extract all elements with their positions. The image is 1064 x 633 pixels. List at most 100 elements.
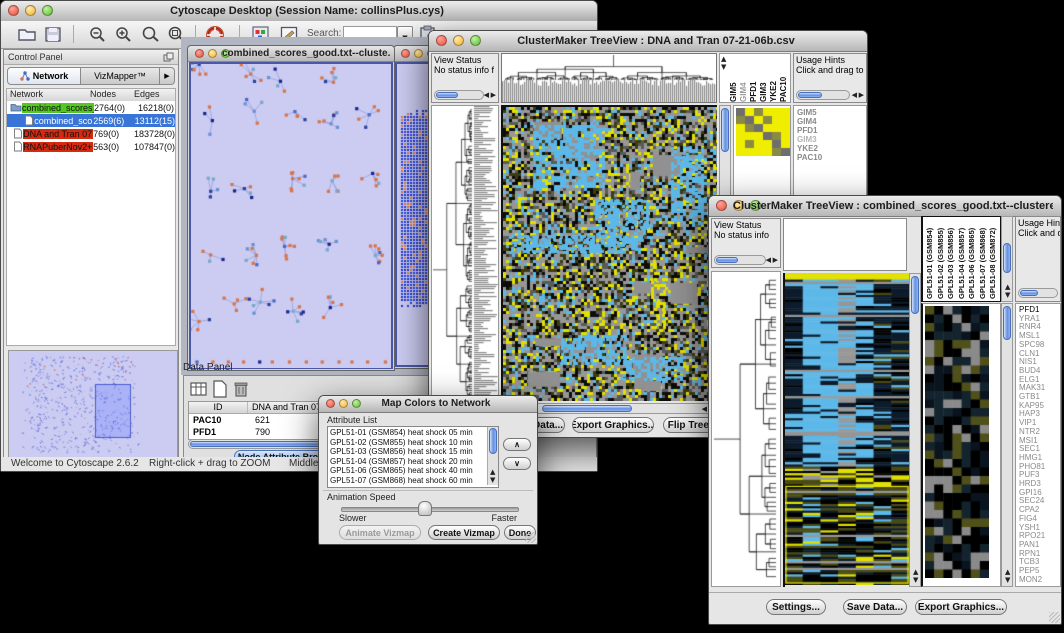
- tv1-usage-scrollbar[interactable]: [796, 90, 850, 100]
- attribute-list-item[interactable]: GPL51-04 (GSM857) heat shock 20 min: [330, 457, 486, 467]
- gene-label[interactable]: YKE2: [797, 144, 866, 153]
- new-attribute-icon[interactable]: [212, 380, 228, 398]
- move-up-button[interactable]: ∧: [503, 438, 531, 451]
- tab-overflow-button[interactable]: ▶: [160, 67, 175, 85]
- treeview2-title-bar[interactable]: ClusterMaker TreeView : combined_scores_…: [709, 196, 1061, 217]
- column-label[interactable]: GPL51-01 (GSM854): [925, 217, 936, 299]
- attribute-listbox[interactable]: GPL51-01 (GSM854) heat shock 05 minGPL51…: [327, 426, 499, 488]
- main-title-bar[interactable]: Cytoscape Desktop (Session Name: collins…: [1, 1, 597, 22]
- scroll-down-icon[interactable]: ▼: [1005, 292, 1010, 299]
- scroll-right-icon[interactable]: ▶: [491, 92, 496, 99]
- scroll-right-icon[interactable]: ▶: [859, 92, 864, 99]
- close-button[interactable]: [8, 5, 19, 16]
- network-tree-row[interactable]: DNA and Tran 07769(0)183728(0): [7, 127, 175, 140]
- network1-view[interactable]: [189, 62, 393, 369]
- minimize-button[interactable]: [414, 49, 423, 58]
- column-label[interactable]: GIM3: [759, 56, 769, 102]
- float-panel-icon[interactable]: [163, 52, 174, 62]
- attribute-list-item[interactable]: GPL51-07 (GSM868) heat shock 60 min: [330, 476, 486, 486]
- attribute-table-icon[interactable]: [190, 381, 208, 397]
- zoom-in-icon[interactable]: [115, 26, 133, 44]
- gene-label[interactable]: PFD1: [797, 126, 866, 135]
- open-file-icon[interactable]: [17, 26, 37, 43]
- attribute-list-item[interactable]: GPL51-01 (GSM854) heat shock 05 min: [330, 428, 486, 438]
- attribute-list-item[interactable]: GPL51-02 (GSM855) heat shock 10 min: [330, 438, 486, 448]
- scroll-left-icon[interactable]: ◀: [766, 257, 771, 264]
- attribute-list-item[interactable]: GPL51-06 (GSM865) heat shock 40 min: [330, 466, 486, 476]
- gene-label[interactable]: GIM3: [797, 135, 866, 144]
- attribute-list-item[interactable]: GPL51-03 (GSM856) heat shock 15 min: [330, 447, 486, 457]
- resize-grip[interactable]: [1049, 612, 1060, 623]
- close-button[interactable]: [401, 49, 410, 58]
- tv1-status-scrollbar[interactable]: [434, 90, 484, 100]
- column-header-edges[interactable]: Edges: [134, 89, 175, 101]
- zoom-selected-icon[interactable]: [141, 26, 161, 44]
- tv2-heatmap[interactable]: [783, 273, 909, 587]
- close-button[interactable]: [436, 35, 447, 46]
- tv1-column-dendrogram[interactable]: [501, 53, 717, 103]
- network1-canvas[interactable]: [191, 64, 391, 368]
- move-down-button[interactable]: ∨: [503, 457, 531, 470]
- tv1-heatmap[interactable]: [501, 105, 717, 401]
- network-overview-panel[interactable]: [8, 350, 178, 462]
- column-label[interactable]: GIM5: [729, 56, 739, 102]
- tv2-gene-list[interactable]: PFD1YRA1RNR4MSL1SPC98CLN1NIS1BUD4ELG1MAK…: [1015, 303, 1061, 587]
- animation-speed-thumb[interactable]: [418, 501, 432, 516]
- column-label[interactable]: GPL51-06 (GSM865): [967, 217, 978, 299]
- tv1-row-dendrogram[interactable]: [431, 105, 499, 401]
- scroll-down-icon[interactable]: ▼: [721, 64, 726, 71]
- scroll-down-icon[interactable]: ▼: [913, 577, 918, 584]
- network-tree-row[interactable]: combined_scores_2764(0)16218(0): [7, 101, 175, 114]
- scroll-right-icon[interactable]: ▶: [773, 257, 778, 264]
- column-label[interactable]: GPL51-04 (GSM857): [957, 217, 968, 299]
- tv2-status-scrollbar[interactable]: [714, 255, 766, 265]
- close-button[interactable]: [195, 49, 204, 58]
- column-header-nodes[interactable]: Nodes: [90, 89, 134, 101]
- scroll-up-icon[interactable]: ▲: [721, 56, 726, 63]
- tv2-export-graphics-button[interactable]: Export Graphics...: [915, 599, 1007, 615]
- create-vizmap-button[interactable]: Create Vizmap: [428, 525, 500, 540]
- close-button[interactable]: [716, 200, 727, 211]
- column-header-network[interactable]: Network: [7, 89, 90, 101]
- tv2-settings-button[interactable]: Settings...: [766, 599, 826, 615]
- gene-label[interactable]: PAC10: [797, 153, 866, 162]
- column-label[interactable]: GPL51-08 (GSM872): [988, 217, 999, 299]
- minimize-button[interactable]: [208, 49, 217, 58]
- scroll-down-icon[interactable]: ▼: [1005, 577, 1010, 584]
- network-overview-canvas[interactable]: [9, 351, 175, 459]
- treeview1-title-bar[interactable]: ClusterMaker TreeView : DNA and Tran 07-…: [429, 31, 867, 52]
- gene-label[interactable]: MON2: [1019, 576, 1060, 585]
- tv2-collabel-scrollbar[interactable]: ▲ ▼: [1001, 216, 1013, 302]
- column-label[interactable]: PAC10: [779, 56, 789, 102]
- tv2-column-dendrogram[interactable]: [783, 218, 907, 271]
- tv2-zoom-heatmap-panel[interactable]: [921, 303, 1001, 587]
- tv1-export-graphics-button[interactable]: Export Graphics...: [572, 417, 654, 433]
- attribute-list-scrollbar[interactable]: ▲ ▼: [487, 427, 498, 485]
- dialog-title-bar[interactable]: Map Colors to Network: [319, 396, 537, 413]
- scroll-up-icon[interactable]: ▲: [1005, 569, 1010, 576]
- save-icon[interactable]: [44, 26, 62, 43]
- tab-vizmapper[interactable]: VizMapper™: [81, 67, 160, 85]
- zoom-out-icon[interactable]: [89, 26, 107, 44]
- close-button[interactable]: [326, 399, 335, 408]
- column-label[interactable]: GPL51-02 (GSM855): [936, 217, 947, 299]
- datapanel-col-id[interactable]: ID: [189, 402, 248, 413]
- network1-title-bar[interactable]: combined_scores_good.txt--cluste...: [188, 46, 394, 62]
- scroll-up-icon[interactable]: ▲: [490, 469, 495, 476]
- tv2-v-scrollbar[interactable]: ▲ ▼: [909, 273, 921, 587]
- gene-label[interactable]: GIM5: [797, 108, 866, 117]
- scroll-down-icon[interactable]: ▼: [490, 477, 495, 484]
- network-tree-row[interactable]: combined_sco2569(6)13112(15): [7, 114, 175, 127]
- column-label[interactable]: GIM4: [739, 56, 749, 102]
- scroll-up-icon[interactable]: ▲: [913, 569, 918, 576]
- column-label[interactable]: PFD1: [749, 56, 759, 102]
- tv2-row-dendrogram[interactable]: [711, 271, 781, 587]
- tv2-zoom-scrollbar[interactable]: ▲ ▼: [1001, 303, 1013, 587]
- resize-grip[interactable]: [525, 532, 536, 543]
- scroll-left-icon[interactable]: ◀: [852, 92, 857, 99]
- tv2-usage-scrollbar[interactable]: [1018, 288, 1058, 298]
- scroll-left-icon[interactable]: ◀: [484, 92, 489, 99]
- tv2-save-data-button[interactable]: Save Data...: [843, 599, 907, 615]
- animate-vizmap-button[interactable]: Animate Vizmap: [339, 525, 421, 540]
- column-label[interactable]: GPL51-03 (GSM856): [946, 217, 957, 299]
